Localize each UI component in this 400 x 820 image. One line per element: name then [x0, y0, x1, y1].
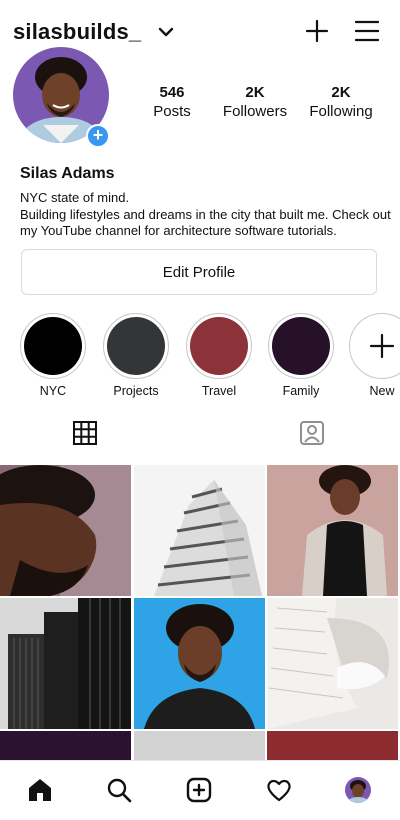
posts-count-label: Posts [153, 103, 191, 120]
grid-icon[interactable] [72, 420, 98, 446]
bio: NYC state of mind. Building lifestyles a… [20, 190, 400, 240]
followers-count-label: Followers [222, 103, 288, 120]
post-7[interactable] [0, 731, 131, 761]
highlight-projects[interactable]: Projects [103, 313, 169, 398]
following-count-value: 2K [331, 84, 351, 101]
hamburger-menu-icon[interactable] [355, 20, 379, 42]
profile-avatar-nav[interactable] [345, 777, 371, 803]
bio-line: my YouTube channel for architecture soft… [20, 223, 337, 238]
full-name: Silas Adams [20, 165, 115, 182]
post-dark-skyscrapers[interactable] [0, 598, 131, 729]
post-man-blue-background[interactable] [134, 598, 265, 729]
post-9[interactable] [267, 731, 398, 761]
highlight-label: Travel [201, 384, 237, 398]
post-white-curved-architecture[interactable] [267, 598, 398, 729]
highlight-cover [107, 317, 165, 375]
highlight-cover [24, 317, 82, 375]
bio-line: NYC state of mind. [20, 190, 130, 205]
chevron-down-icon[interactable] [156, 22, 176, 42]
post-white-building[interactable] [134, 465, 265, 596]
highlight-nyc[interactable]: NYC [20, 313, 86, 398]
highlight-cover [190, 317, 248, 375]
new-post-icon[interactable] [186, 777, 212, 803]
post-8[interactable] [134, 731, 265, 761]
edit-profile-button[interactable]: Edit Profile [21, 249, 377, 295]
tagged-person-icon[interactable] [299, 420, 325, 446]
highlight-label: NYC [39, 384, 67, 398]
add-story-icon[interactable]: + [86, 124, 110, 148]
post-portrait-profile[interactable] [0, 465, 131, 596]
post-woman-in-coat[interactable] [267, 465, 398, 596]
bottom-nav [0, 760, 400, 820]
following-count[interactable]: 2K Following [296, 84, 386, 120]
highlight-cover [272, 317, 330, 375]
highlight-family[interactable]: Family [268, 313, 334, 398]
plus-icon[interactable] [305, 19, 329, 43]
home-icon[interactable] [27, 777, 53, 803]
highlight-label: Family [282, 384, 320, 398]
followers-count-value: 2K [245, 84, 265, 101]
username[interactable]: silasbuilds_ [13, 19, 141, 45]
profile-avatar[interactable]: + [13, 47, 110, 148]
highlight-label: New [369, 384, 395, 398]
highlight-label: Projects [113, 384, 159, 398]
highlight-travel[interactable]: Travel [186, 313, 252, 398]
following-count-label: Following [309, 103, 373, 120]
followers-count[interactable]: 2K Followers [210, 84, 300, 120]
posts-count-value: 546 [159, 84, 185, 101]
heart-icon[interactable] [266, 777, 292, 803]
highlight-new[interactable]: New [349, 313, 400, 398]
bio-line: Building lifestyles and dreams in the ci… [20, 206, 391, 222]
search-icon[interactable] [106, 777, 132, 803]
posts-count[interactable]: 546 Posts [127, 84, 217, 120]
plus-icon [369, 333, 395, 359]
